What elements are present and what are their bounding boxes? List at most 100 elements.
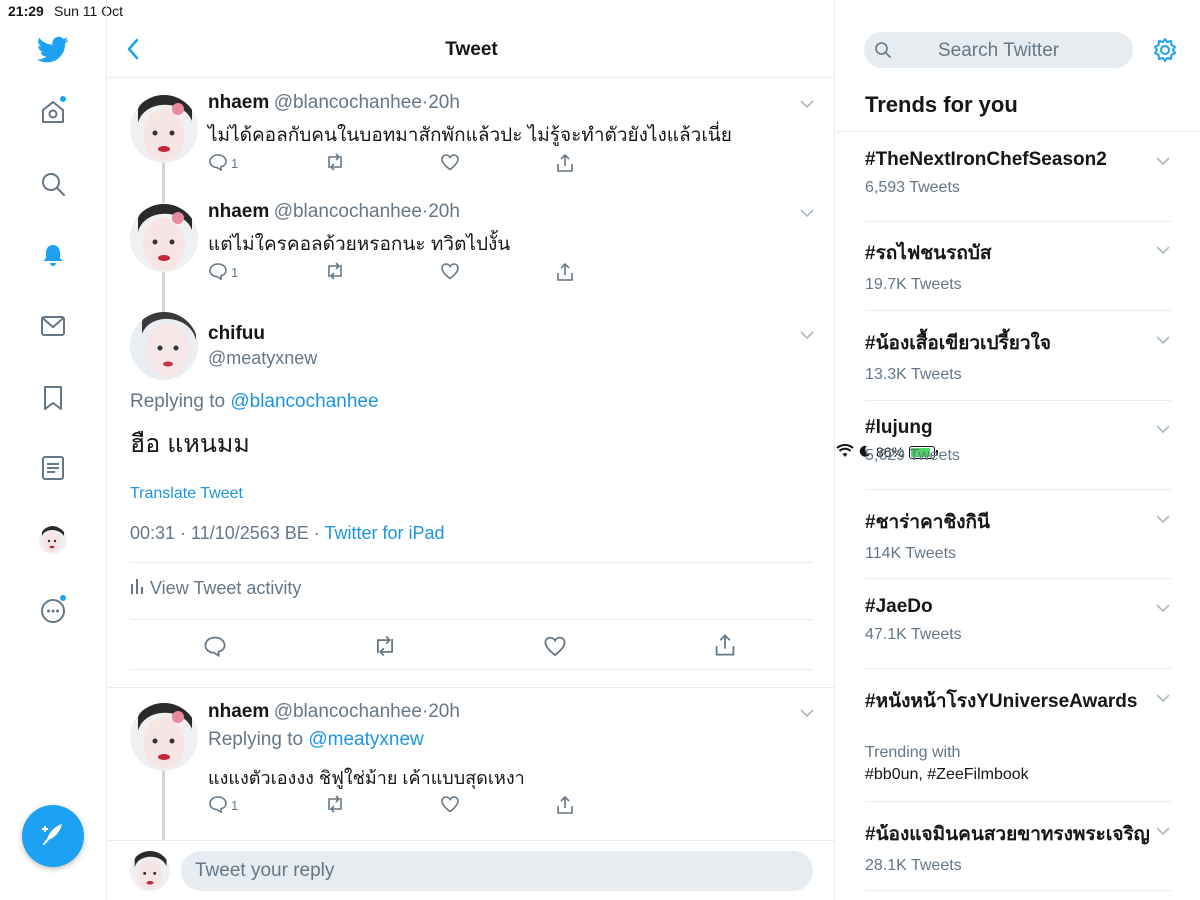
lists-icon[interactable] [35,450,71,486]
trend-count: 5,629 Tweets [865,447,960,464]
author-name[interactable]: nhaem [208,201,269,222]
compose-icon [39,820,67,853]
chevron-down-icon[interactable] [799,705,815,723]
search-input[interactable]: Search Twitter [864,32,1133,68]
trend-name: #lujung [865,417,933,438]
more-icon[interactable] [35,593,71,629]
retweet-icon[interactable] [324,795,346,813]
more-notification-dot [59,594,67,602]
trend-item[interactable]: #lujung 5,629 Tweets [865,417,1171,465]
tweet-text: ฮือ แหนมม [130,430,250,458]
trend-item[interactable]: #TheNextIronChefSeason2 6,593 Tweets [865,149,1171,197]
thread-line [162,771,165,841]
avatar[interactable] [130,703,198,771]
author-name[interactable]: chifuu [208,323,265,345]
gear-icon[interactable] [1152,37,1178,68]
profile-avatar[interactable] [35,522,71,558]
share-icon[interactable] [713,633,737,662]
translate-tweet-link[interactable]: Translate Tweet [130,485,243,503]
chevron-down-icon[interactable] [1155,242,1171,260]
chevron-down-icon[interactable] [1155,332,1171,350]
trends-title: Trends for you [865,92,1018,117]
tweet-source-link[interactable]: Twitter for iPad [325,523,445,543]
share-icon[interactable] [555,262,575,282]
author-handle[interactable]: @blancochanhee [274,701,422,722]
author-handle[interactable]: @meatyxnew [208,348,317,369]
bookmark-icon[interactable] [35,380,71,416]
divider [865,668,1171,669]
author-handle[interactable]: @blancochanhee [274,92,422,113]
trend-name: #น้องเสื้อเขียวเปรี้ยวใจ [865,333,1052,354]
reply-button[interactable]: 1 [208,262,238,283]
trend-item[interactable]: #ชาร่าคาชิงกินี 114K Tweets [865,507,1171,563]
search-icon[interactable] [35,166,71,202]
share-icon[interactable] [555,153,575,173]
twitter-bird-icon[interactable] [35,32,71,68]
reply-count: 1 [231,798,239,813]
replying-to-link[interactable]: @meatyxnew [308,729,423,750]
view-tweet-activity-label: View Tweet activity [150,578,302,598]
trend-name: #JaeDo [865,596,933,617]
author-name[interactable]: nhaem [208,701,269,722]
reply-button[interactable]: 1 [208,153,238,174]
home-notification-dot [59,95,67,103]
trend-count: 6,593 Tweets [865,179,960,196]
tweet-text: แงแงตัวเองงง ชิฟูใช่ม้าย เค้าแบบสุดเหงา [208,768,525,788]
replying-to-link[interactable]: @blancochanhee [230,391,378,412]
trend-item[interactable]: #หนังหน้าโรงYUniverseAwards Trending wit… [865,686,1171,784]
home-icon[interactable] [35,94,71,130]
avatar[interactable] [130,204,198,272]
like-icon[interactable] [440,153,460,171]
reply-input[interactable]: Tweet your reply [181,851,813,891]
compose-tweet-button[interactable] [22,805,84,867]
replying-to: Replying to @blancochanhee [130,391,379,413]
retweet-icon[interactable] [324,262,346,280]
tweet-actions: 1 [208,795,608,817]
divider [108,687,834,688]
chevron-down-icon[interactable] [1155,600,1171,618]
trend-item[interactable]: #รถไฟชนรถบัส 19.7K Tweets [865,238,1171,294]
bell-icon[interactable] [35,237,71,273]
page-title: Tweet [445,39,498,60]
chevron-down-icon[interactable] [799,327,815,345]
reply-icon[interactable] [203,635,227,662]
chevron-down-icon[interactable] [1155,690,1171,708]
retweet-icon[interactable] [372,635,398,662]
trend-item[interactable]: #JaeDo 47.1K Tweets [865,596,1171,644]
chevron-down-icon[interactable] [799,205,815,223]
trend-name: #หนังหน้าโรงYUniverseAwards [865,691,1138,712]
avatar[interactable] [130,95,198,163]
replying-to-label: Replying to [130,391,226,412]
chevron-down-icon[interactable] [1155,153,1171,171]
avatar[interactable] [130,312,198,380]
trend-item[interactable]: #น้องแจมินคนสวยขาทรงพระเจริญ 28.1K Tweet… [865,819,1171,875]
chevron-down-icon[interactable] [1155,421,1171,439]
reply-button[interactable]: 1 [208,795,238,816]
divider [130,562,813,563]
retweet-icon[interactable] [324,153,346,171]
tweet-text: แต่ไม่ใครคอลด้วยหรอกนะ ทวิตไปงั้น [208,234,511,255]
trend-count: 19.7K Tweets [865,276,962,293]
like-icon[interactable] [543,635,567,662]
chevron-down-icon[interactable] [1155,511,1171,529]
divider [130,619,813,620]
author-handle[interactable]: @blancochanhee [274,201,422,222]
tweet-actions: 1 [208,262,608,284]
chevron-down-icon[interactable] [1155,823,1171,841]
author-name[interactable]: nhaem [208,92,269,113]
view-tweet-activity-button[interactable]: View Tweet activity [130,578,301,599]
chevron-down-icon[interactable] [799,96,815,114]
thread-line [162,272,165,312]
share-icon[interactable] [555,795,575,815]
like-icon[interactable] [440,795,460,813]
divider [865,801,1171,802]
divider [865,489,1171,490]
focused-tweet: chifuu @meatyxnew Replying to @blancocha… [108,311,834,671]
trend-item[interactable]: #น้องเสื้อเขียวเปรี้ยวใจ 13.3K Tweets [865,328,1171,384]
trending-with-tags[interactable]: #bb0un, #ZeeFilmbook [865,766,1171,784]
tweet-timestamp: 00:31 · 11/10/2563 BE · Twitter for iPad [130,523,445,544]
like-icon[interactable] [440,262,460,280]
trend-count: 114K Tweets [865,545,957,562]
reply-count: 1 [231,265,239,280]
mail-icon[interactable] [35,308,71,344]
